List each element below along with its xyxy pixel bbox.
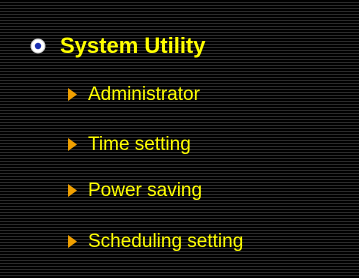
menu-item-scheduling-setting[interactable]: Scheduling setting	[67, 227, 243, 255]
section-title: System Utility	[60, 33, 206, 58]
menu-item-label: Time setting	[88, 133, 191, 155]
arrow-right-icon	[67, 87, 78, 101]
menu-item-administrator[interactable]: Administrator	[67, 80, 200, 108]
menu-item-power-saving[interactable]: Power saving	[67, 176, 202, 204]
menu-item-label: Power saving	[88, 179, 203, 201]
system-utility-menu: System Utility Administrator Time settin…	[0, 0, 359, 278]
system-utility-header[interactable]: System Utility	[30, 30, 206, 62]
arrow-right-icon	[67, 183, 78, 197]
radio-selected-icon	[30, 38, 46, 54]
arrow-right-icon	[67, 137, 78, 151]
menu-item-time-setting[interactable]: Time setting	[67, 130, 191, 158]
menu-item-label: Scheduling setting	[88, 230, 244, 252]
arrow-right-icon	[67, 234, 78, 248]
menu-item-label: Administrator	[88, 83, 200, 105]
